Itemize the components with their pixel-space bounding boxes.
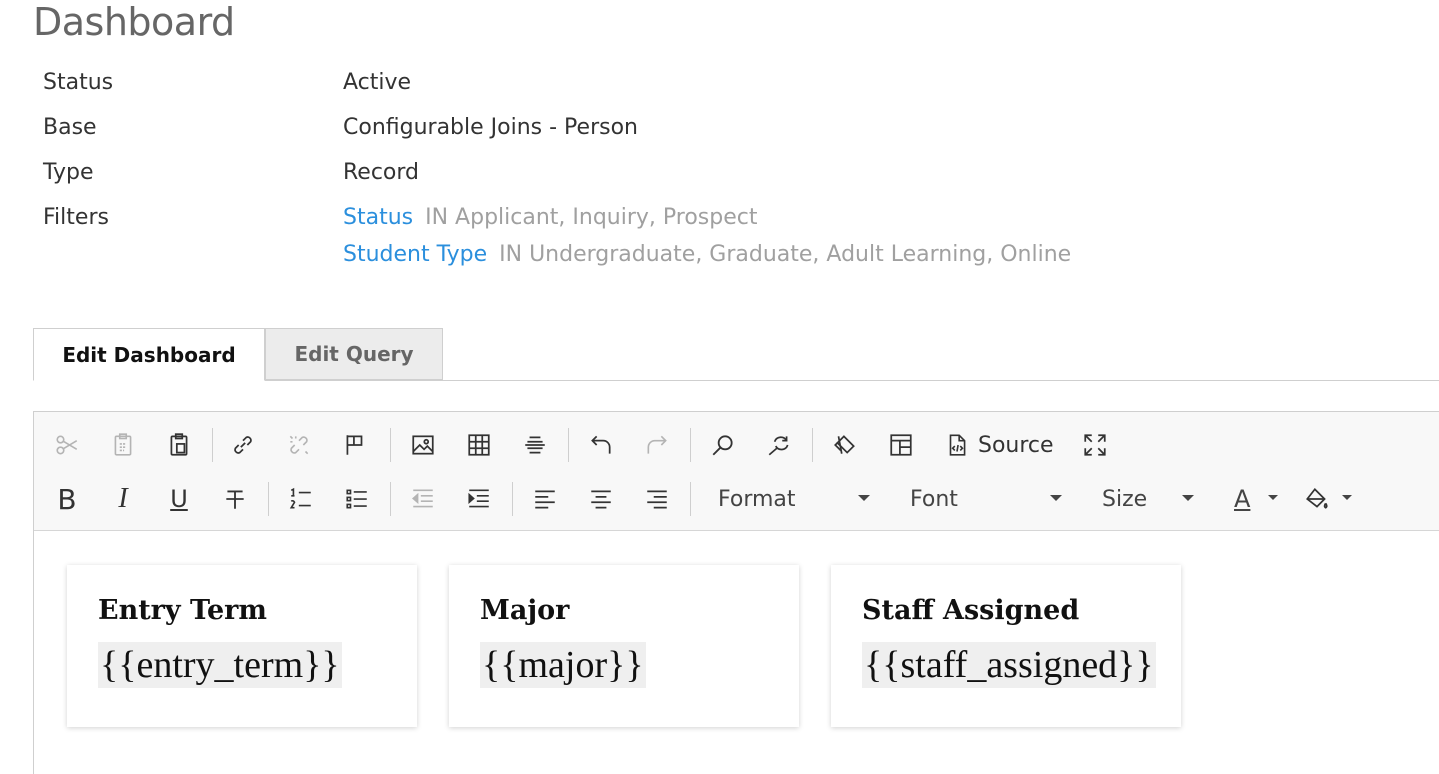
rich-text-editor: Source B I U Format Font Size A Entry Te… (33, 411, 1439, 774)
format-select-label: Format (718, 486, 796, 512)
chevron-down-icon (1342, 495, 1352, 500)
underline-glyph: U (170, 485, 188, 513)
property-value: Record (343, 160, 420, 185)
property-key: Status (43, 70, 114, 95)
text-color-button[interactable]: A (1234, 482, 1278, 516)
outdent-icon[interactable] (406, 482, 440, 516)
redo-icon[interactable] (640, 428, 674, 462)
indent-icon[interactable] (462, 482, 496, 516)
dashboard-card-entry-term: Entry Term {{entry_term}} (67, 565, 417, 727)
italic-glyph: I (118, 483, 128, 514)
property-key: Filters (43, 205, 109, 230)
underline-icon[interactable]: U (162, 482, 196, 516)
copy-icon[interactable] (106, 428, 140, 462)
filter-condition: IN Undergraduate, Graduate, Adult Learni… (499, 242, 1072, 267)
source-icon (949, 434, 966, 456)
maximize-icon[interactable] (1078, 428, 1112, 462)
bold-icon[interactable]: B (50, 482, 84, 516)
background-color-button[interactable] (1304, 482, 1352, 516)
tab-edit-dashboard[interactable]: Edit Dashboard (33, 328, 265, 381)
filter-field-link[interactable]: Student Type (343, 242, 487, 267)
property-key: Type (43, 160, 94, 185)
image-icon[interactable] (406, 428, 440, 462)
text-color-icon: A (1234, 485, 1251, 513)
editor-toolbar: Source B I U Format Font Size A (34, 412, 1439, 531)
filter-item: Status IN Applicant, Inquiry, Prospect (343, 205, 757, 230)
unlink-icon[interactable] (282, 428, 316, 462)
bulleted-list-icon[interactable] (340, 482, 374, 516)
chevron-down-icon (1182, 495, 1194, 501)
find-icon[interactable] (706, 428, 740, 462)
font-select[interactable]: Font (910, 482, 1062, 516)
align-center-icon[interactable] (584, 482, 618, 516)
horizontal-line-icon[interactable] (518, 428, 552, 462)
tab-edit-query[interactable]: Edit Query (265, 328, 443, 380)
strikethrough-icon[interactable] (218, 482, 252, 516)
paste-icon[interactable] (162, 428, 196, 462)
dashboard-card-major: Major {{major}} (449, 565, 799, 727)
tab-bar: Edit Dashboard Edit Query (33, 328, 1439, 381)
size-select-label: Size (1102, 486, 1148, 512)
chevron-down-icon (1268, 495, 1278, 500)
chevron-down-icon (1050, 495, 1062, 501)
undo-icon[interactable] (584, 428, 618, 462)
property-value: Configurable Joins - Person (343, 115, 638, 140)
font-select-label: Font (910, 486, 958, 512)
card-token: {{major}} (480, 642, 646, 688)
filter-condition: IN Applicant, Inquiry, Prospect (425, 205, 758, 230)
align-left-icon[interactable] (528, 482, 562, 516)
anchor-icon[interactable] (338, 428, 372, 462)
link-icon[interactable] (226, 428, 260, 462)
background-color-icon (1306, 487, 1328, 509)
chevron-down-icon (858, 495, 870, 501)
card-token: {{entry_term}} (98, 642, 342, 688)
filter-field-link[interactable]: Status (343, 205, 413, 230)
page-title: Dashboard (33, 0, 235, 44)
card-title: Entry Term (98, 595, 267, 626)
source-button[interactable]: Source (944, 428, 1054, 462)
templates-icon[interactable] (884, 428, 918, 462)
size-select[interactable]: Size (1102, 482, 1194, 516)
italic-icon[interactable]: I (106, 482, 140, 516)
numbered-list-icon[interactable] (284, 482, 318, 516)
filter-item: Student Type IN Undergraduate, Graduate, … (343, 242, 1071, 267)
remove-format-icon[interactable] (828, 428, 862, 462)
replace-icon[interactable] (762, 428, 796, 462)
bold-glyph: B (57, 482, 77, 516)
align-right-icon[interactable] (640, 482, 674, 516)
table-icon[interactable] (462, 428, 496, 462)
cut-icon[interactable] (50, 428, 84, 462)
card-title: Staff Assigned (862, 595, 1080, 626)
card-title: Major (480, 595, 570, 626)
property-key: Base (43, 115, 97, 140)
card-token: {{staff_assigned}} (862, 642, 1156, 688)
format-select[interactable]: Format (718, 482, 870, 516)
property-value: Active (343, 70, 412, 95)
editor-content[interactable]: Entry Term {{entry_term}} Major {{major}… (34, 531, 1439, 774)
source-label: Source (978, 432, 1054, 458)
dashboard-card-staff-assigned: Staff Assigned {{staff_assigned}} (831, 565, 1181, 727)
